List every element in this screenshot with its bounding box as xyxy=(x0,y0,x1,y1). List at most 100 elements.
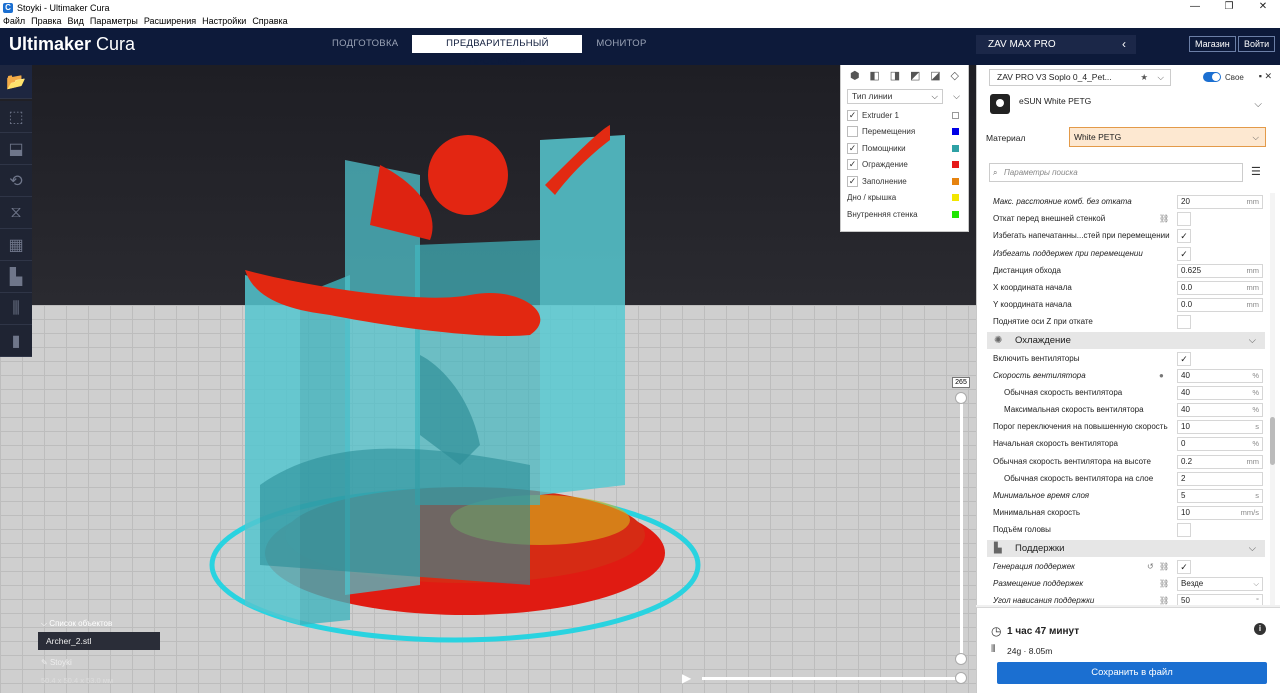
sign-in-button[interactable]: Войти xyxy=(1238,36,1276,52)
path-slider-handle[interactable] xyxy=(955,672,967,684)
bucket-tool-button[interactable]: ▮ xyxy=(0,325,32,357)
legend-item-shell[interactable]: ✓ Ограждение xyxy=(841,157,968,174)
menu-edit[interactable]: Правка xyxy=(28,15,64,28)
path-slider[interactable] xyxy=(702,677,962,680)
front-view-icon[interactable]: ◧ xyxy=(869,69,879,82)
setting-checkbox[interactable] xyxy=(1177,523,1191,538)
legend-checkbox[interactable]: ✓ xyxy=(847,109,858,121)
tab-prepare[interactable]: ПОДГОТОВКА xyxy=(318,35,412,53)
support-blocker-button[interactable]: ▙ xyxy=(0,261,32,293)
link-icon[interactable]: ⛓ xyxy=(1159,558,1169,575)
setting-unit: % xyxy=(1252,439,1259,449)
settings-scrollbar[interactable] xyxy=(1270,193,1275,605)
object-list-header[interactable]: ⌵ Список объектов xyxy=(41,619,112,629)
info-icon[interactable]: ● xyxy=(1159,367,1164,384)
menu-file[interactable]: Файл xyxy=(0,15,28,28)
setting-input[interactable]: 10 s xyxy=(1177,420,1263,435)
reset-icon[interactable]: ↺ xyxy=(1147,558,1154,575)
setting-input[interactable]: 0.2 mm xyxy=(1177,454,1263,469)
3d-view-icon[interactable]: ⬢ xyxy=(850,69,860,82)
rotate-tool-button[interactable]: ⟲ xyxy=(0,165,32,197)
play-simulation-button[interactable]: ▶ xyxy=(682,671,691,685)
settings-search-input[interactable]: ⌕ Параметры поиска xyxy=(989,163,1243,182)
left-view-icon[interactable]: ◩ xyxy=(910,69,920,82)
layer-number-badge[interactable]: 265 xyxy=(952,377,970,388)
link-icon[interactable]: ⛓ xyxy=(1159,210,1169,227)
material-dropdown[interactable]: White PETG ⌵ xyxy=(1069,127,1266,147)
setting-checkbox[interactable]: ✓ xyxy=(1177,229,1191,244)
link-icon[interactable]: ⛓ xyxy=(1159,592,1169,605)
open-file-button[interactable]: 📂 xyxy=(0,65,32,99)
setting-input[interactable]: 2 xyxy=(1177,471,1263,486)
menu-view[interactable]: Вид xyxy=(65,15,87,28)
chevron-down-icon[interactable]: ⌵ xyxy=(1254,99,1262,110)
move-tool-button[interactable]: ⬚ xyxy=(0,101,32,133)
menu-preferences[interactable]: Настройки xyxy=(199,15,249,28)
line-type-dropdown[interactable]: Тип линии ⌵ xyxy=(847,89,943,104)
legend-checkbox[interactable] xyxy=(847,126,858,138)
scrollbar-thumb[interactable] xyxy=(1270,417,1275,465)
3d-viewport[interactable]: ⬢ ◧ ◨ ◩ ◪ ◇ Тип линии ⌵ ⌵ ✓ Extruder 1 П… xyxy=(0,65,976,693)
top-view-icon[interactable]: ◨ xyxy=(890,69,900,82)
setting-input[interactable]: 0.0 mm xyxy=(1177,298,1263,313)
layer-slider-bottom-handle[interactable] xyxy=(955,653,967,665)
settings-section-header[interactable]: ✺ Охлаждение ⌵ xyxy=(987,331,1265,349)
scale-tool-button[interactable]: ⬓ xyxy=(0,133,32,165)
setting-checkbox[interactable]: ✓ xyxy=(1177,351,1191,366)
setting-checkbox[interactable] xyxy=(1177,315,1191,330)
setting-input[interactable]: 5s xyxy=(1177,489,1263,503)
marketplace-button[interactable]: Магазин xyxy=(1189,36,1236,52)
settings-section-header[interactable]: ▙ Поддержки ⌵ xyxy=(987,539,1265,557)
link-icon[interactable]: ⛓ xyxy=(1159,575,1169,592)
collapse-panel-icon[interactable]: ⌵ xyxy=(953,91,960,102)
menu-settings[interactable]: Параметры xyxy=(87,15,141,28)
setting-label: Y координата начала xyxy=(993,300,1072,310)
legend-item-travels[interactable]: Перемещения xyxy=(841,124,968,141)
project-name[interactable]: ✎ Stoyki xyxy=(41,658,72,667)
setting-input[interactable]: 10 mm/s xyxy=(1177,506,1263,521)
setting-input[interactable]: 40% xyxy=(1177,368,1263,383)
legend-item-extruder[interactable]: ✓ Extruder 1 xyxy=(841,107,968,124)
star-icon[interactable]: ★ xyxy=(1140,70,1148,85)
legend-checkbox[interactable]: ✓ xyxy=(847,159,858,171)
per-model-settings-button[interactable]: ▦ xyxy=(0,229,32,261)
setting-input[interactable]: 40% xyxy=(1177,403,1263,418)
save-to-file-button[interactable]: Сохранить в файл xyxy=(997,662,1267,684)
setting-checkbox[interactable]: ✓ xyxy=(1177,559,1191,574)
layer-slider[interactable] xyxy=(960,397,963,660)
setting-checkbox[interactable]: ✓ xyxy=(1177,246,1191,261)
printer-selector[interactable]: ZAV MAX PRO ‹ xyxy=(976,35,1136,54)
setting-input[interactable]: 0.0 mm xyxy=(1177,280,1263,295)
tab-preview[interactable]: ПРЕДВАРИТЕЛЬНЫЙ ПРОСМОТР xyxy=(412,35,583,67)
custom-mode-toggle[interactable] xyxy=(1203,72,1221,82)
profile-dropdown[interactable]: ZAV PRO V3 Soplo 0_4_Pet... ★ ⌵ xyxy=(989,69,1171,86)
setting-checkbox[interactable] xyxy=(1177,212,1191,227)
setting-input[interactable]: 20 mm xyxy=(1177,195,1263,209)
setting-input[interactable]: 0.625 mm xyxy=(1177,263,1263,278)
settings-visibility-menu-icon[interactable]: ☰ xyxy=(1251,165,1261,178)
chevron-left-icon[interactable]: ‹ xyxy=(1122,35,1126,54)
mirror-tool-button[interactable]: ⧖ xyxy=(0,197,32,229)
layer-slider-top-handle[interactable] xyxy=(955,392,967,404)
legend-label: Помощники xyxy=(862,143,906,153)
maximize-button[interactable]: ❐ xyxy=(1212,0,1246,15)
setting-input[interactable]: 50 ° xyxy=(1177,593,1263,605)
object-list-item[interactable]: Archer_2.stl xyxy=(38,632,160,650)
setting-input[interactable]: 0% xyxy=(1177,437,1263,452)
legend-checkbox[interactable]: ✓ xyxy=(847,142,858,154)
menu-extensions[interactable]: Расширения xyxy=(141,15,199,28)
setting-input[interactable]: 40% xyxy=(1177,385,1263,400)
legend-checkbox[interactable]: ✓ xyxy=(847,175,858,187)
eye-icon[interactable]: ◇ xyxy=(951,69,959,82)
close-button[interactable]: ✕ xyxy=(1246,0,1280,15)
panel-window-controls[interactable]: ▪ ✕ xyxy=(1259,71,1272,82)
info-icon[interactable]: i xyxy=(1254,623,1266,635)
menu-help[interactable]: Справка xyxy=(249,15,290,28)
right-view-icon[interactable]: ◪ xyxy=(930,69,940,82)
legend-item-infill[interactable]: ✓ Заполнение xyxy=(841,173,968,190)
tab-monitor[interactable]: МОНИТОР xyxy=(582,35,660,53)
setting-input[interactable]: Везде ⌵ xyxy=(1177,576,1263,591)
legend-item-helpers[interactable]: ✓ Помощники xyxy=(841,140,968,157)
tree-support-button[interactable]: ⫼ xyxy=(0,293,32,325)
minimize-button[interactable]: — xyxy=(1178,0,1212,15)
